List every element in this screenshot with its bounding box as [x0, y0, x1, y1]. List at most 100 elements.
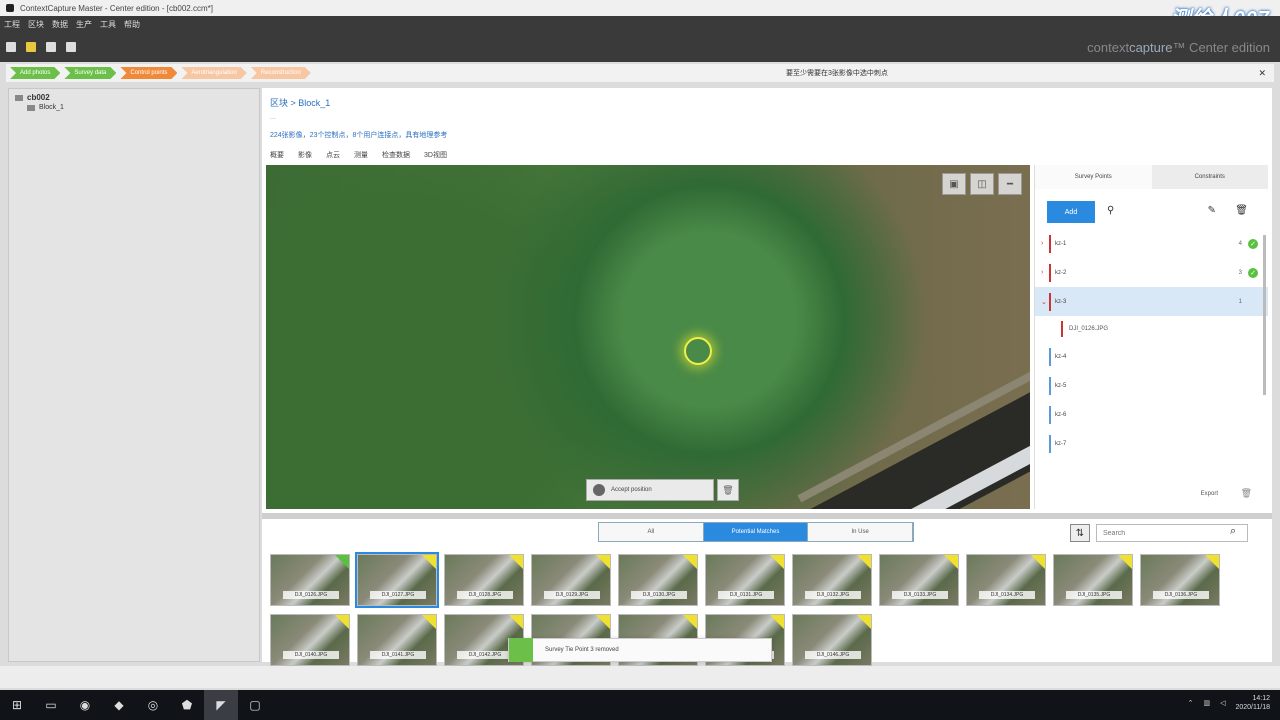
photo-thumbnail[interactable]: DJI_0136.JPG — [1140, 554, 1220, 606]
chevron-right-icon[interactable]: › — [1041, 269, 1043, 276]
accept-position-button[interactable]: Accept position 🗑 — [586, 479, 739, 501]
camera-icon[interactable]: ◫ — [970, 173, 994, 195]
image-viewer[interactable]: ▣ ◫ ━ Accept position 🗑 — [266, 165, 1030, 509]
windows-start-icon[interactable]: ⊞ — [0, 690, 34, 720]
photo-thumbnail[interactable]: DJI_0126.JPG — [270, 554, 350, 606]
clock-date: 2020/11/18 — [1235, 704, 1270, 711]
point-marker[interactable] — [684, 337, 712, 365]
tab-photos[interactable]: 影像 — [298, 150, 312, 160]
tree-root-label: cb002 — [27, 93, 50, 102]
monitor-icon[interactable] — [66, 42, 76, 52]
photo-thumbnail[interactable]: DJI_0141.JPG — [357, 614, 437, 666]
step-aerotriangulation[interactable]: Aerotriangulation — [181, 67, 246, 79]
photo-thumbnail[interactable]: DJI_0130.JPG — [618, 554, 698, 606]
menu-item[interactable]: 区块 — [28, 19, 44, 30]
photo-thumbnail[interactable]: DJI_0127.JPG — [355, 552, 439, 608]
clock[interactable]: 14:12 2020/11/18 — [1235, 694, 1270, 712]
menu-item[interactable]: 生产 — [76, 19, 92, 30]
breadcrumb[interactable]: 区块 > Block_1 — [270, 96, 330, 109]
browser-icon[interactable]: ◉ — [68, 690, 102, 720]
recorder-icon[interactable]: ◎ — [136, 690, 170, 720]
search-icon[interactable]: ⌕ — [1230, 525, 1236, 538]
open-folder-icon[interactable] — [26, 42, 36, 52]
menu-item[interactable]: 帮助 — [124, 19, 140, 30]
taskbar: ⊞ ▭ ◉ ◆ ◎ ⬟ ◤ ▢ — [0, 690, 1280, 720]
chevron-down-icon[interactable]: ⌄ — [1041, 298, 1047, 306]
measurement-row[interactable]: DJI_0126.JPG — [1035, 316, 1268, 342]
survey-point-row[interactable]: › kz-2 3 ✓ — [1035, 258, 1268, 287]
photo-thumbnail[interactable]: DJI_0135.JPG — [1053, 554, 1133, 606]
step-add-photos[interactable]: Add photos — [10, 67, 60, 79]
status-flag-icon — [596, 615, 610, 629]
survey-point-row[interactable]: › kz-1 4 ✓ — [1035, 229, 1268, 258]
tab-3d-view[interactable]: 3D视图 — [424, 150, 447, 160]
photo-thumbnail[interactable]: DJI_0134.JPG — [966, 554, 1046, 606]
contextcapture-icon[interactable]: ◤ — [204, 690, 238, 720]
trash-icon[interactable]: 🗑 — [1235, 205, 1248, 216]
tab-general[interactable]: 概要 — [270, 150, 284, 160]
status-bar — [0, 666, 1280, 688]
workflow-message: 要至少需要在3张影像中选中刺点 — [786, 70, 888, 77]
main-area: 区块 > Block_1 ... 224张影像，23个控制点，8个用户连接点，具… — [262, 88, 1272, 666]
tab-surveys[interactable]: 测量 — [354, 150, 368, 160]
check-icon: ✓ — [1248, 238, 1258, 249]
filter-potential-matches[interactable]: Potential Matches — [703, 523, 809, 541]
tab-point-clouds[interactable]: 点云 — [326, 150, 340, 160]
thumbnail-label: DJI_0140.JPG — [283, 651, 339, 659]
window-icon[interactable]: ▢ — [238, 690, 272, 720]
survey-point-row[interactable]: kz-6 — [1035, 400, 1268, 429]
wand-icon[interactable]: ⚲ — [1107, 205, 1114, 216]
survey-point-row-selected[interactable]: ⌄ kz-3 1 — [1035, 287, 1268, 316]
new-file-icon[interactable] — [6, 42, 16, 52]
menu-item[interactable]: 工程 — [4, 19, 20, 30]
add-button[interactable]: Add — [1047, 201, 1095, 223]
volume-icon[interactable]: ◁ — [1220, 699, 1225, 707]
photo-thumbnail[interactable]: DJI_0140.JPG — [270, 614, 350, 666]
clear-icon[interactable]: 🗑 — [1241, 488, 1252, 499]
file-explorer-icon[interactable]: ▭ — [34, 690, 68, 720]
thumbnail-label: DJI_0126.JPG — [283, 591, 339, 599]
close-icon[interactable]: ✕ — [1258, 68, 1266, 79]
menu-item[interactable]: 工具 — [100, 19, 116, 30]
thumbnail-label: DJI_0133.JPG — [892, 591, 948, 599]
step-survey-data[interactable]: Survey data — [64, 67, 116, 79]
sort-icon[interactable]: ⇅ — [1070, 524, 1090, 542]
step-control-points[interactable]: Control points — [120, 67, 177, 79]
photo-thumbnail[interactable]: DJI_0128.JPG — [444, 554, 524, 606]
photo-thumbnail[interactable]: DJI_0131.JPG — [705, 554, 785, 606]
fit-view-icon[interactable]: ▣ — [942, 173, 966, 195]
filter-in-use[interactable]: In Use — [808, 523, 914, 541]
export-button[interactable]: Export — [1201, 491, 1218, 497]
survey-point-row[interactable]: kz-5 — [1035, 371, 1268, 400]
more-icon[interactable]: ━ — [998, 173, 1022, 195]
photo-thumbnail[interactable]: DJI_0129.JPG — [531, 554, 611, 606]
settings-icon[interactable] — [46, 42, 56, 52]
photo-thumbnail[interactable]: DJI_0146.JPG — [792, 614, 872, 666]
menu-item[interactable]: 数据 — [52, 19, 68, 30]
status-flag-icon — [422, 555, 436, 569]
photo-thumbnail[interactable]: DJI_0132.JPG — [792, 554, 872, 606]
scrollbar[interactable] — [1263, 235, 1266, 395]
clock-time: 14:12 — [1252, 695, 1270, 702]
chevron-right-icon[interactable]: › — [1041, 240, 1043, 247]
filter-all[interactable]: All — [599, 523, 704, 541]
edit-icon[interactable]: ✎ — [1208, 205, 1216, 216]
chevron-up-icon[interactable]: ⌃ — [1188, 699, 1194, 707]
photo-thumbnail[interactable]: DJI_0133.JPG — [879, 554, 959, 606]
tab-additional-data[interactable]: 检查数据 — [382, 150, 410, 160]
app-icon[interactable]: ◆ — [102, 690, 136, 720]
workflow-bar: Add photos Survey data Control points Ae… — [6, 64, 1274, 82]
shield-icon[interactable]: ⬟ — [170, 690, 204, 720]
tree-item-block[interactable]: Block_1 — [27, 104, 259, 111]
search-input[interactable] — [1096, 524, 1248, 542]
tab-constraints[interactable]: Constraints — [1151, 165, 1268, 189]
splitter-handle[interactable] — [262, 513, 1272, 519]
survey-point-row[interactable]: kz-7 — [1035, 429, 1268, 458]
tree-root[interactable]: cb002 — [15, 93, 259, 102]
step-reconstruction[interactable]: Reconstruction — [251, 67, 311, 79]
status-flag-icon — [857, 555, 871, 569]
survey-point-row[interactable]: kz-4 — [1035, 342, 1268, 371]
delete-icon[interactable]: 🗑 — [717, 479, 739, 501]
tab-survey-points[interactable]: Survey Points — [1035, 165, 1152, 189]
network-icon[interactable]: ▥ — [1203, 699, 1210, 707]
